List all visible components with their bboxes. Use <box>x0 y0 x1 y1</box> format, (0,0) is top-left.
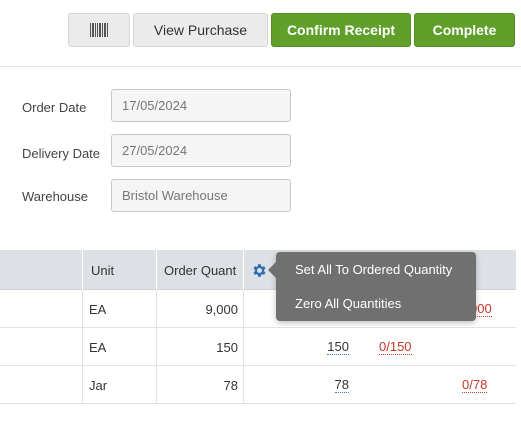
toolbar: View Purchase Confirm Receipt Complete <box>0 0 521 67</box>
received-quantity-value[interactable]: 78 <box>334 377 349 393</box>
order-quantity-cell: 150 <box>216 339 238 355</box>
order-quantity-column-header[interactable]: Order Quant <box>156 250 243 290</box>
status-cell: 0/78 <box>462 366 488 404</box>
zero-all-quantities-menu-item[interactable]: Zero All Quantities <box>295 296 401 311</box>
gear-icon[interactable] <box>251 262 268 279</box>
barcode-icon <box>89 23 109 37</box>
table-row: EA 150 150 0/150 <box>0 328 516 366</box>
received-status: 0/150 <box>379 339 412 355</box>
warehouse-field[interactable]: Bristol Warehouse <box>111 179 291 212</box>
complete-button[interactable]: Complete <box>414 13 515 47</box>
unit-column-header[interactable]: Unit <box>82 250 156 290</box>
delivery-date-field[interactable]: 27/05/2024 <box>111 134 291 167</box>
barcode-button[interactable] <box>68 13 130 47</box>
delivery-date-label: Delivery Date <box>22 146 101 161</box>
unit-cell: EA <box>89 339 107 355</box>
warehouse-label: Warehouse <box>22 189 88 204</box>
order-quantity-cell: 78 <box>223 377 238 393</box>
table-row: Jar 78 78 0/78 <box>0 366 516 404</box>
unit-cell: EA <box>89 301 107 317</box>
order-date-field[interactable]: 17/05/2024 <box>111 89 291 122</box>
unit-cell: Jar <box>89 377 108 393</box>
status-cell: 0/150 <box>379 328 412 366</box>
quantity-actions-popup: Set All To Ordered Quantity Zero All Qua… <box>268 252 476 321</box>
received-status: 0/78 <box>462 377 488 393</box>
received-quantity-value[interactable]: 150 <box>327 339 349 355</box>
view-purchase-button[interactable]: View Purchase <box>133 13 268 47</box>
received-quantity-cell[interactable]: 78 <box>250 366 349 404</box>
confirm-receipt-button[interactable]: Confirm Receipt <box>271 13 411 47</box>
order-quantity-cell: 9,000 <box>205 301 238 317</box>
set-all-to-ordered-quantity-menu-item[interactable]: Set All To Ordered Quantity <box>295 262 452 277</box>
received-quantity-cell[interactable]: 150 <box>250 328 349 366</box>
order-date-label: Order Date <box>22 100 87 115</box>
